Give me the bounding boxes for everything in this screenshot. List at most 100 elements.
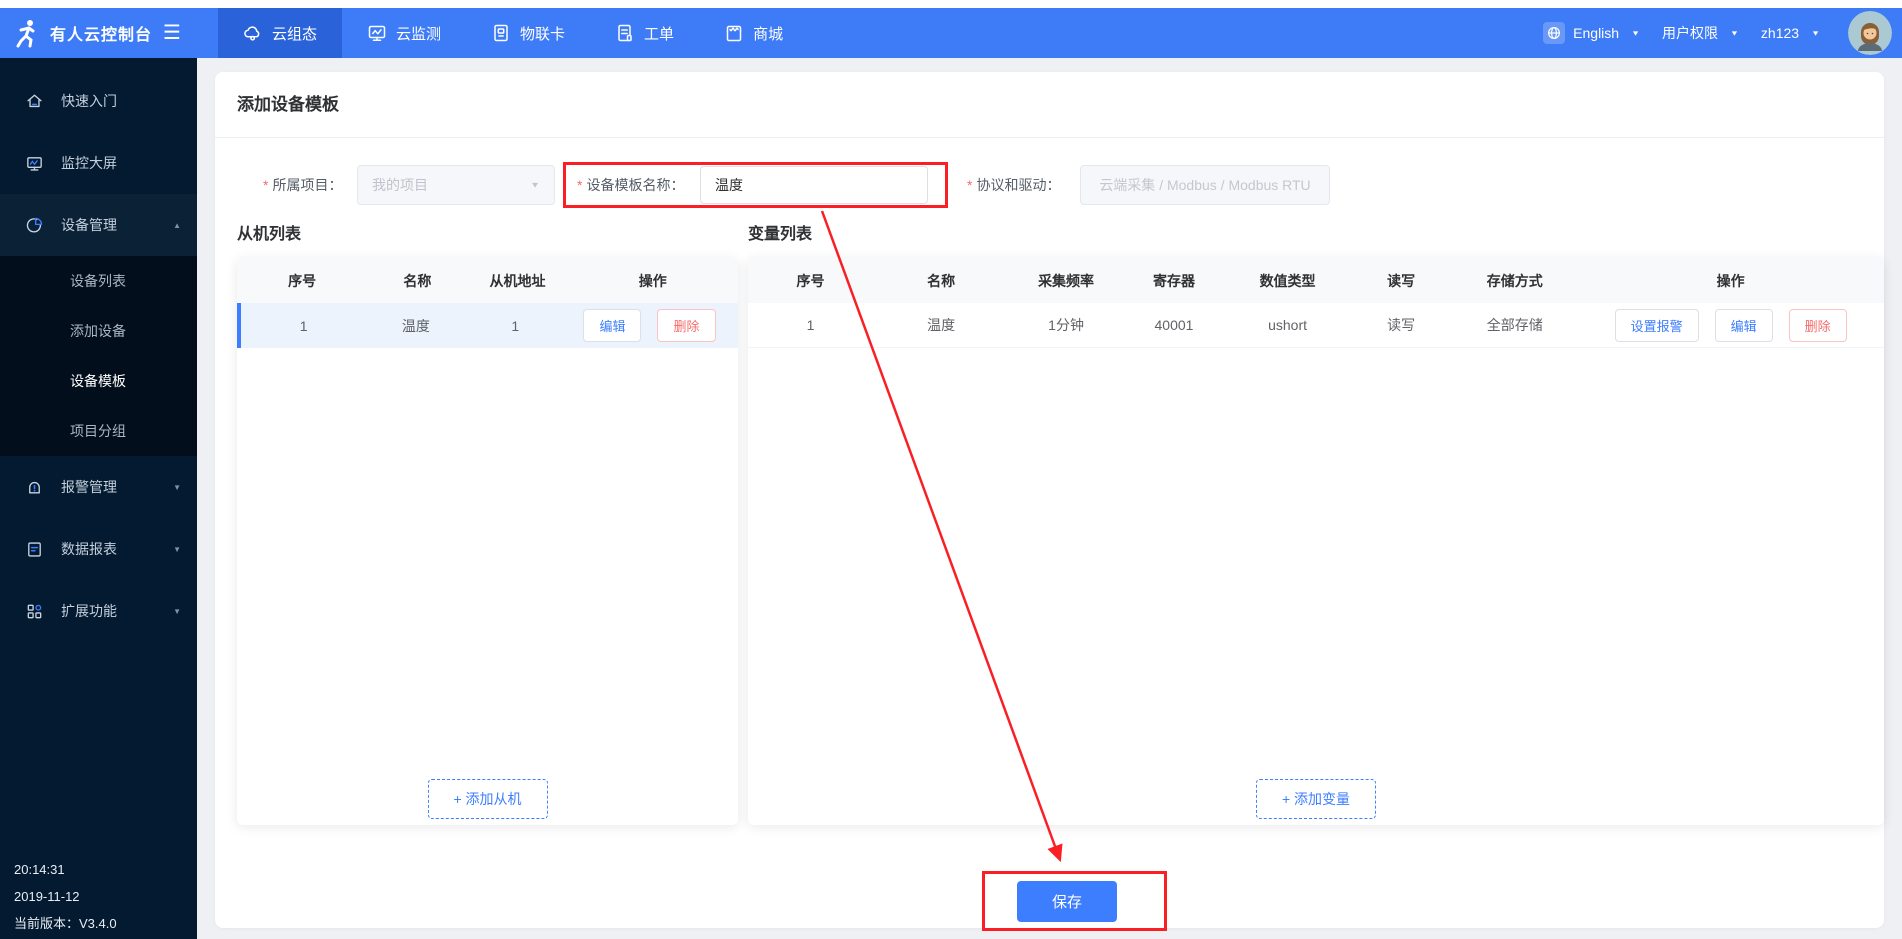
sidebar-subitem-add-device[interactable]: 添加设备 bbox=[0, 306, 197, 356]
tab-label: 云组态 bbox=[272, 25, 318, 43]
sim-card-icon bbox=[494, 24, 508, 42]
device-management-submenu: 设备列表 添加设备 设备模板 项目分组 bbox=[0, 256, 197, 456]
column-header: 采集频率 bbox=[1038, 272, 1095, 289]
var-register: 40001 bbox=[1154, 317, 1194, 333]
page-title: 添加设备模板 bbox=[215, 72, 1884, 138]
add-slave-button[interactable]: + 添加从机 bbox=[427, 779, 548, 819]
sidebar-item-quick-start[interactable]: 快速入门 bbox=[0, 70, 197, 132]
tab-cloud-monitor[interactable]: 云监测 bbox=[342, 8, 466, 58]
tab-cloud-scada[interactable]: 云组态 bbox=[218, 8, 343, 58]
tab-mall[interactable]: 商城 bbox=[699, 8, 808, 58]
usr-logo-icon bbox=[16, 20, 35, 48]
variable-table-row[interactable]: 1 温度 1分钟 40001 ushort 读写 全部存储 设置报警 编辑 删除 bbox=[748, 303, 1884, 348]
avatar[interactable] bbox=[1848, 11, 1892, 55]
user-permission-menu[interactable]: 用户权限 bbox=[1662, 23, 1718, 43]
top-navbar: 有人云控制台 ☰ 云组态 云监测 物联卡 工单 商城 English ▼ 用户权… bbox=[0, 8, 1902, 58]
slave-list-title: 从机列表 bbox=[237, 226, 302, 243]
column-header: 名称 bbox=[927, 272, 956, 289]
slave-table-header: 序号 名称 从机地址 操作 bbox=[237, 258, 738, 303]
project-select[interactable]: 我的项目 ▼ bbox=[357, 165, 555, 205]
tab-work-order[interactable]: 工单 bbox=[590, 8, 699, 58]
project-label: * 所属项目： bbox=[263, 177, 343, 193]
sidebar-subitem-device-list[interactable]: 设备列表 bbox=[0, 256, 197, 306]
required-mark: * bbox=[967, 177, 973, 193]
var-name: 温度 bbox=[927, 317, 956, 333]
chevron-up-icon: ▲ bbox=[173, 220, 181, 230]
sidebar-item-data-report[interactable]: 数据报表 ▼ bbox=[0, 518, 197, 580]
sidebar-item-extended-functions[interactable]: 扩展功能 ▼ bbox=[0, 580, 197, 642]
add-variable-button[interactable]: + 添加变量 bbox=[1255, 779, 1377, 819]
slave-index: 1 bbox=[299, 317, 308, 334]
column-header: 名称 bbox=[403, 272, 432, 289]
topbar-right: English ▼ 用户权限 ▼ zh123 ▼ bbox=[1543, 11, 1902, 55]
chevron-down-icon: ▼ bbox=[173, 606, 181, 616]
current-date: 2019-11-12 bbox=[14, 889, 80, 904]
language-globe-icon bbox=[1543, 22, 1566, 44]
column-header: 从机地址 bbox=[489, 272, 546, 289]
tab-iot-card[interactable]: 物联卡 bbox=[466, 8, 590, 58]
app-title: 有人云控制台 bbox=[50, 27, 153, 44]
var-data-type: ushort bbox=[1268, 317, 1308, 333]
sidebar-subitem-device-template[interactable]: 设备模板 bbox=[0, 356, 197, 406]
cloud-icon bbox=[244, 26, 260, 41]
variable-table-header: 序号 名称 采集频率 寄存器 数值类型 读写 存储方式 操作 bbox=[748, 258, 1884, 303]
column-header: 序号 bbox=[288, 272, 317, 289]
save-button[interactable]: 保存 bbox=[1017, 881, 1117, 922]
column-header: 序号 bbox=[796, 272, 825, 289]
language-selector[interactable]: English bbox=[1573, 25, 1619, 41]
slave-name: 温度 bbox=[401, 317, 430, 334]
sidebar-item-label: 报警管理 bbox=[61, 479, 117, 495]
tab-label: 商城 bbox=[753, 25, 784, 43]
logo-area[interactable]: 有人云控制台 ☰ bbox=[0, 18, 197, 48]
edit-variable-button[interactable]: 编辑 bbox=[1714, 308, 1773, 342]
tab-label: 云监测 bbox=[396, 25, 442, 43]
caret-down-icon: ▼ bbox=[1730, 29, 1739, 37]
variable-table-card: 序号 名称 采集频率 寄存器 数值类型 读写 存储方式 操作 1 温度 1分钟 … bbox=[748, 258, 1884, 825]
column-header: 数值类型 bbox=[1259, 272, 1316, 289]
slave-table-row[interactable]: 1 温度 1 编辑 删除 bbox=[237, 303, 738, 348]
column-header: 操作 bbox=[1716, 272, 1745, 289]
sidebar-item-label: 数据报表 bbox=[61, 541, 117, 557]
column-header: 读写 bbox=[1387, 272, 1416, 289]
slave-table-card: 序号 名称 从机地址 操作 1 温度 1 编辑 删除 + 添加从机 bbox=[237, 258, 738, 825]
main-content: 添加设备模板 *所属项目： 我的项目 ▼ *设备模板名称： *协议和驱动： 云端… bbox=[197, 58, 1902, 939]
pie-chart-icon bbox=[26, 217, 43, 232]
required-mark: * bbox=[263, 177, 269, 193]
hamburger-menu-icon[interactable]: ☰ bbox=[163, 23, 181, 43]
column-header: 存储方式 bbox=[1486, 272, 1543, 289]
sidebar-item-label: 设备管理 bbox=[61, 217, 117, 233]
big-screen-icon bbox=[27, 156, 42, 171]
sidebar-subitem-project-group[interactable]: 项目分组 bbox=[0, 406, 197, 456]
protocol-label: * 协议和驱动： bbox=[967, 177, 1061, 193]
username-menu[interactable]: zh123 bbox=[1761, 25, 1799, 41]
sidebar-footer: 20:14:31 2019-11-12 当前版本：V3.4.0 bbox=[14, 856, 117, 937]
caret-down-icon: ▼ bbox=[530, 180, 540, 190]
slave-address: 1 bbox=[511, 317, 520, 334]
report-icon bbox=[28, 541, 41, 557]
required-mark: * bbox=[577, 177, 583, 193]
sidebar-item-monitor-screen[interactable]: 监控大屏 bbox=[0, 132, 197, 194]
edit-slave-button[interactable]: 编辑 bbox=[583, 309, 642, 342]
set-alarm-button[interactable]: 设置报警 bbox=[1614, 308, 1699, 342]
sidebar-item-alarm-management[interactable]: 报警管理 ▼ bbox=[0, 456, 197, 518]
column-header: 操作 bbox=[638, 272, 667, 289]
caret-down-icon: ▼ bbox=[1811, 29, 1820, 37]
sidebar: 快速入门 监控大屏 设备管理 ▲ 设备列表 添加设备 设备模板 项目分组 报警管… bbox=[0, 58, 197, 939]
project-select-value: 我的项目 bbox=[372, 177, 428, 193]
delete-slave-button[interactable]: 删除 bbox=[657, 309, 716, 342]
template-name-input[interactable] bbox=[700, 166, 928, 204]
apps-grid-icon bbox=[27, 604, 42, 618]
current-time: 20:14:31 bbox=[14, 862, 65, 877]
var-frequency: 1分钟 bbox=[1048, 317, 1084, 333]
home-icon bbox=[27, 94, 42, 107]
sidebar-item-label: 监控大屏 bbox=[61, 155, 117, 171]
tab-label: 工单 bbox=[644, 25, 675, 43]
delete-variable-button[interactable]: 删除 bbox=[1788, 308, 1847, 342]
var-storage: 全部存储 bbox=[1486, 317, 1543, 333]
template-name-label: * 设备模板名称： bbox=[577, 177, 685, 193]
alarm-icon bbox=[29, 481, 40, 493]
sidebar-item-device-management[interactable]: 设备管理 ▲ bbox=[0, 194, 197, 256]
tab-label: 物联卡 bbox=[520, 25, 566, 43]
variable-list-title: 变量列表 bbox=[748, 226, 813, 243]
work-order-doc-icon bbox=[618, 24, 632, 42]
